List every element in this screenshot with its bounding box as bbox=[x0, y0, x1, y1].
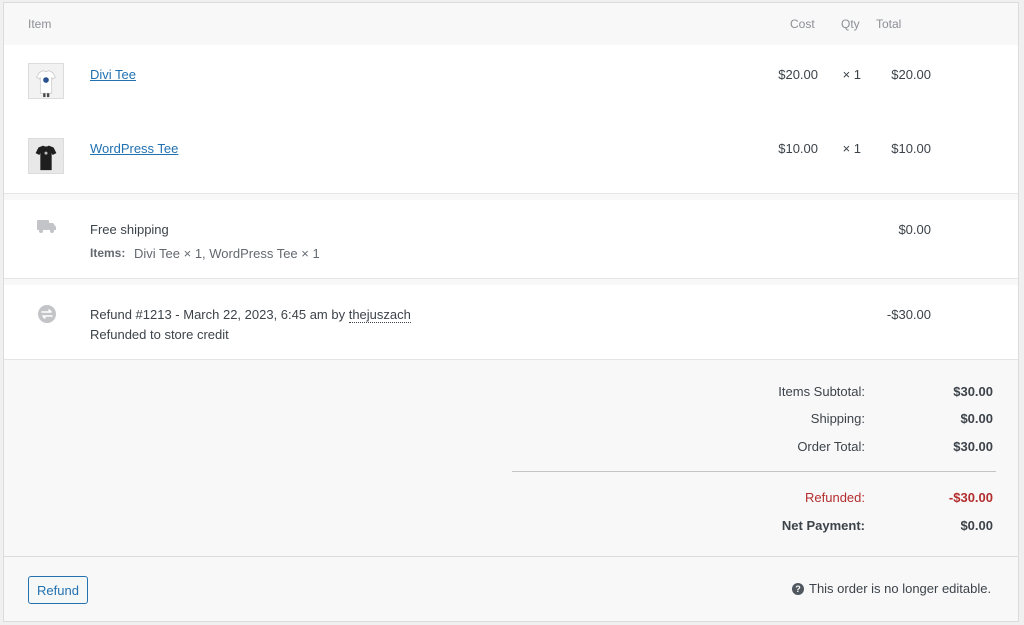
header-cost: Cost bbox=[790, 17, 815, 31]
order-total-label: Order Total: bbox=[797, 439, 865, 454]
shipping-total: $0.00 bbox=[898, 222, 931, 237]
item-cost: $10.00 bbox=[778, 141, 818, 156]
net-payment-value: $0.00 bbox=[960, 518, 993, 533]
shipping-line: Free shipping Items: Divi Tee × 1, WordP… bbox=[4, 200, 1018, 278]
help-icon[interactable]: ? bbox=[792, 583, 804, 595]
wordpress-tee-thumbnail[interactable] bbox=[28, 138, 64, 174]
subtotal-label: Items Subtotal: bbox=[778, 384, 865, 399]
refund-description: Refund #1213 - March 22, 2023, 6:45 am b… bbox=[90, 307, 411, 323]
header-qty: Qty bbox=[841, 17, 860, 31]
refunded-label: Refunded: bbox=[805, 490, 865, 505]
white-tshirt-icon bbox=[29, 64, 63, 98]
divider bbox=[4, 359, 1018, 360]
item-qty: × 1 bbox=[842, 67, 861, 82]
refund-user[interactable]: thejuszach bbox=[348, 307, 411, 323]
header-item: Item bbox=[28, 17, 52, 31]
refund-amount: -$30.00 bbox=[886, 307, 931, 322]
subtotal-value: $30.00 bbox=[953, 384, 993, 399]
refund-line: Refund #1213 - March 22, 2023, 6:45 am b… bbox=[4, 285, 1018, 359]
item-link-wordpress-tee[interactable]: WordPress Tee bbox=[90, 141, 178, 156]
shipping-items-value: Divi Tee × 1, WordPress Tee × 1 bbox=[134, 246, 320, 261]
truck-icon bbox=[37, 220, 56, 233]
item-total: $20.00 bbox=[891, 67, 931, 82]
item-qty: × 1 bbox=[842, 141, 861, 156]
item-total: $10.00 bbox=[891, 141, 931, 156]
order-total-value: $30.00 bbox=[953, 439, 993, 454]
refund-arrows-icon bbox=[38, 305, 56, 323]
svg-text:?: ? bbox=[795, 584, 801, 594]
divi-tee-thumbnail[interactable] bbox=[28, 63, 64, 99]
black-tshirt-icon bbox=[29, 139, 63, 173]
shipping-total-value: $0.00 bbox=[960, 411, 993, 426]
not-editable-note: This order is no longer editable. bbox=[809, 581, 992, 596]
refunded-value: -$30.00 bbox=[948, 490, 993, 505]
shipping-items-label: Items: bbox=[90, 246, 126, 260]
item-cost: $20.00 bbox=[778, 67, 818, 82]
totals-divider bbox=[512, 471, 996, 472]
shipping-total-label: Shipping: bbox=[810, 411, 865, 426]
net-payment-label: Net Payment: bbox=[781, 518, 865, 533]
divider bbox=[4, 278, 1018, 279]
items-table-header: Item Cost Qty Total bbox=[4, 3, 1018, 45]
refund-prefix: Refund #1213 - March 22, 2023, 6:45 am b… bbox=[90, 307, 349, 322]
order-items-panel: Item Cost Qty Total Divi Tee $20.00 × 1 … bbox=[3, 2, 1019, 622]
shipping-method: Free shipping bbox=[90, 222, 169, 237]
refund-button[interactable]: Refund bbox=[28, 576, 88, 604]
line-items: Divi Tee $20.00 × 1 $20.00 WordPress Tee… bbox=[4, 45, 1018, 193]
divider bbox=[4, 193, 1018, 194]
header-total: Total bbox=[876, 17, 902, 31]
item-link-divi-tee[interactable]: Divi Tee bbox=[90, 67, 136, 82]
footer-divider bbox=[4, 556, 1018, 557]
refund-note: Refunded to store credit bbox=[90, 327, 229, 342]
